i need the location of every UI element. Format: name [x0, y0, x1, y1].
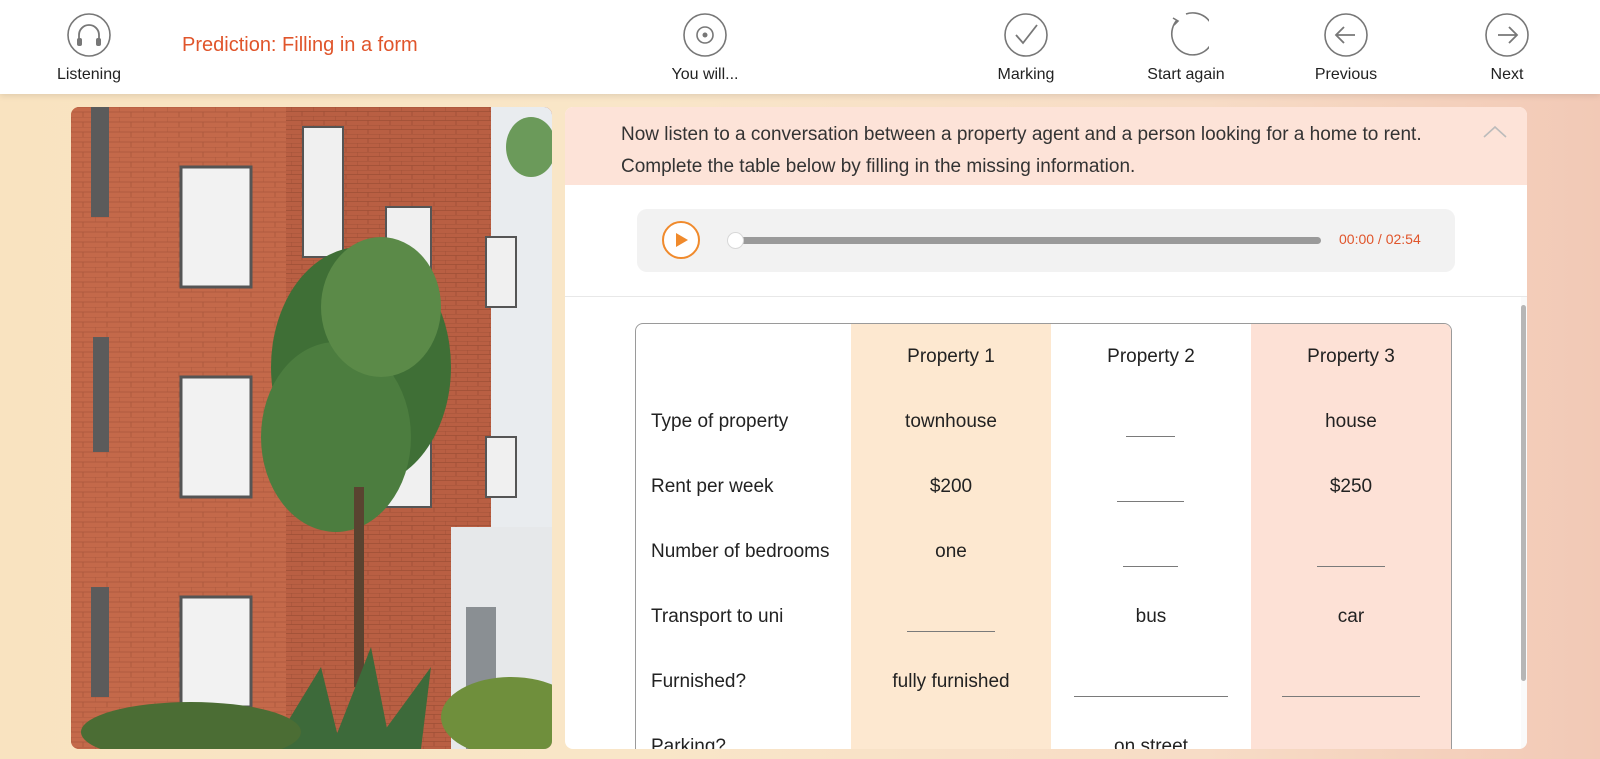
check-icon: [1004, 13, 1048, 57]
next-label: Next: [1490, 66, 1524, 83]
you-will-label: You will...: [671, 66, 739, 83]
you-will-button[interactable]: You will...: [645, 12, 765, 84]
headphones-icon: [67, 13, 111, 57]
answer-blank-cell: [1251, 649, 1451, 714]
answer-blank-cell: [1051, 519, 1251, 584]
instructions-text: Now listen to a conversation between a p…: [621, 124, 1422, 177]
listening-button[interactable]: Listening: [29, 12, 149, 84]
table-cell: [1251, 714, 1451, 749]
table-cell: $200: [929, 475, 973, 497]
table-cell: $250: [1329, 475, 1373, 497]
answer-blank[interactable]: [907, 631, 995, 632]
audio-player: 00:00 / 02:54: [637, 209, 1455, 272]
previous-label: Previous: [1314, 66, 1378, 83]
property-2-column: Property 2 bus on street: [1051, 324, 1251, 749]
row-label: Number of bedrooms: [651, 540, 830, 562]
answer-blank[interactable]: [1074, 696, 1228, 697]
answer-blank-cell: [1051, 389, 1251, 454]
row-label: Rent per week: [651, 475, 774, 497]
arrow-left-icon: [1324, 13, 1368, 57]
property-1-column: Property 1 townhouse $200 one fully furn…: [851, 324, 1051, 749]
property-table: Type of property Rent per week Number of…: [635, 323, 1452, 749]
answer-blank[interactable]: [1117, 501, 1184, 502]
table-cell: on street: [1114, 735, 1188, 750]
start-again-label: Start again: [1147, 66, 1225, 83]
chevron-up-icon[interactable]: [1481, 121, 1509, 143]
page-title: Prediction: Filling in a form: [182, 34, 418, 56]
row-label: Type of property: [651, 410, 789, 432]
previous-button[interactable]: Previous: [1286, 12, 1406, 84]
answer-blank[interactable]: [1282, 696, 1420, 697]
property-3-column: Property 3 house $250 car: [1251, 324, 1451, 749]
row-label: Transport to uni: [651, 605, 784, 627]
audio-section: 00:00 / 02:54: [565, 185, 1527, 297]
table-cell: [851, 714, 1051, 749]
exercise-panel: Now listen to a conversation between a p…: [565, 107, 1527, 749]
listening-label: Listening: [56, 66, 122, 83]
refresh-icon: [1170, 12, 1209, 56]
table-cell: fully furnished: [892, 670, 1010, 692]
instructions-box: Now listen to a conversation between a p…: [565, 107, 1527, 185]
column-header: Property 3: [1307, 345, 1395, 367]
table-cell: bus: [1135, 605, 1167, 627]
audio-time: 00:00 / 02:54: [1339, 231, 1421, 247]
start-again-button[interactable]: Start again: [1126, 12, 1246, 84]
marking-label: Marking: [997, 66, 1055, 83]
table-cell: car: [1337, 605, 1365, 627]
row-labels-column: Type of property Rent per week Number of…: [636, 324, 851, 750]
answer-blank-cell: [1051, 454, 1251, 519]
answer-blank[interactable]: [1317, 566, 1385, 567]
scrollbar-thumb[interactable]: [1521, 305, 1526, 681]
apartment-building-photo: [71, 107, 552, 749]
table-header-empty: [636, 324, 851, 389]
answer-blank-cell: [851, 584, 1051, 649]
play-icon: [676, 233, 688, 247]
audio-progress-handle[interactable]: [727, 232, 744, 249]
play-button[interactable]: [662, 221, 700, 259]
audio-progress-track[interactable]: [727, 232, 1321, 249]
building-illustration: [71, 107, 552, 749]
top-toolbar: Listening Prediction: Filling in a form …: [0, 0, 1600, 94]
answer-blank[interactable]: [1126, 436, 1175, 437]
table-cell: one: [935, 540, 967, 562]
row-label: Parking?: [651, 735, 726, 750]
table-cell: house: [1325, 410, 1377, 432]
column-header: Property 2: [1107, 345, 1195, 367]
panel-scrollbar[interactable]: [1521, 297, 1527, 749]
table-cell: townhouse: [905, 410, 997, 432]
answer-blank-cell: [1051, 649, 1251, 714]
answer-blank-cell: [1251, 519, 1451, 584]
row-label: Furnished?: [651, 670, 747, 692]
column-header: Property 1: [907, 345, 995, 367]
answer-blank[interactable]: [1123, 566, 1178, 567]
arrow-right-icon: [1485, 13, 1529, 57]
next-button[interactable]: Next: [1447, 12, 1567, 84]
target-icon: [683, 13, 727, 57]
marking-button[interactable]: Marking: [966, 12, 1086, 84]
